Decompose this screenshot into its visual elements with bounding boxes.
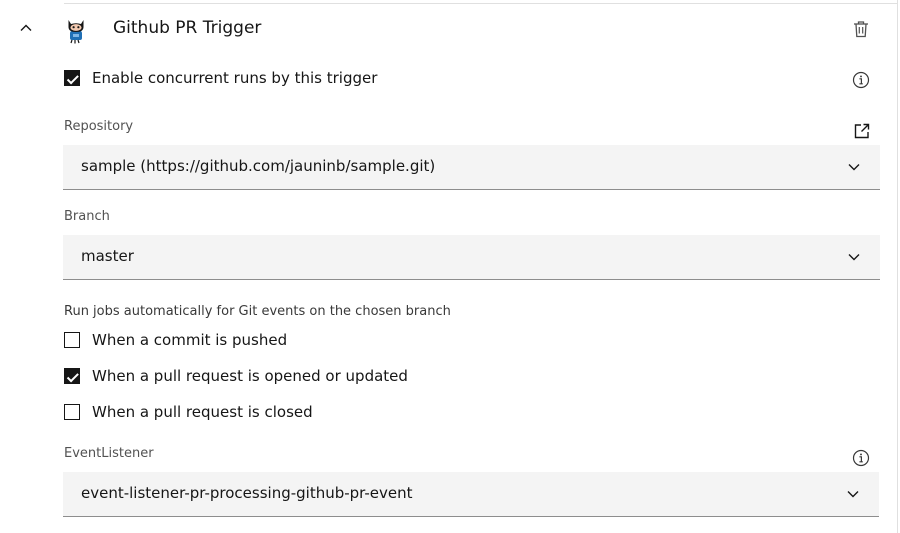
launch-external-icon[interactable] (853, 122, 871, 140)
commit-pushed-checkbox-box[interactable] (64, 332, 80, 348)
chevron-down-icon (846, 159, 862, 175)
trigger-header[interactable]: Github PR Trigger (0, 4, 897, 52)
concurrent-runs-checkbox[interactable]: Enable concurrent runs by this trigger (64, 66, 377, 90)
trash-icon (850, 21, 872, 43)
branch-dropdown[interactable]: master (63, 235, 880, 280)
chevron-down-icon (846, 249, 862, 265)
event-listener-dropdown[interactable]: event-listener-pr-processing-github-pr-e… (63, 472, 879, 517)
branch-value: master (81, 247, 134, 265)
repository-value: sample (https://github.com/jauninb/sampl… (81, 157, 436, 175)
pr-opened-label: When a pull request is opened or updated (92, 367, 408, 385)
panel-right-divider (897, 0, 898, 533)
trigger-title: Github PR Trigger (113, 18, 262, 38)
repository-dropdown[interactable]: sample (https://github.com/jauninb/sampl… (63, 145, 880, 190)
concurrent-runs-checkbox-box[interactable] (64, 70, 80, 86)
event-listener-value: event-listener-pr-processing-github-pr-e… (81, 484, 413, 502)
pr-opened-checkbox-box[interactable] (64, 368, 80, 384)
pr-closed-label: When a pull request is closed (92, 403, 313, 421)
chevron-up-icon[interactable] (16, 18, 36, 38)
pr-closed-checkbox-box[interactable] (64, 404, 80, 420)
information-icon[interactable] (852, 71, 870, 89)
delete-trigger-button[interactable] (850, 18, 872, 40)
event-listener-label: EventListener (64, 446, 154, 461)
repository-label: Repository (64, 119, 134, 134)
trigger-panel: Github PR Trigger Enable concurrent runs… (0, 0, 900, 533)
branch-label: Branch (64, 209, 110, 224)
concurrent-runs-label: Enable concurrent runs by this trigger (92, 69, 378, 87)
pr-opened-checkbox[interactable]: When a pull request is opened or updated (64, 364, 408, 388)
git-events-heading: Run jobs automatically for Git events on… (64, 304, 451, 319)
commit-pushed-checkbox[interactable]: When a commit is pushed (64, 328, 287, 352)
commit-pushed-label: When a commit is pushed (92, 331, 288, 349)
chevron-down-icon (845, 486, 861, 502)
information-icon[interactable] (852, 449, 870, 467)
pr-closed-checkbox[interactable]: When a pull request is closed (64, 400, 313, 424)
github-octocat-icon (64, 16, 88, 44)
